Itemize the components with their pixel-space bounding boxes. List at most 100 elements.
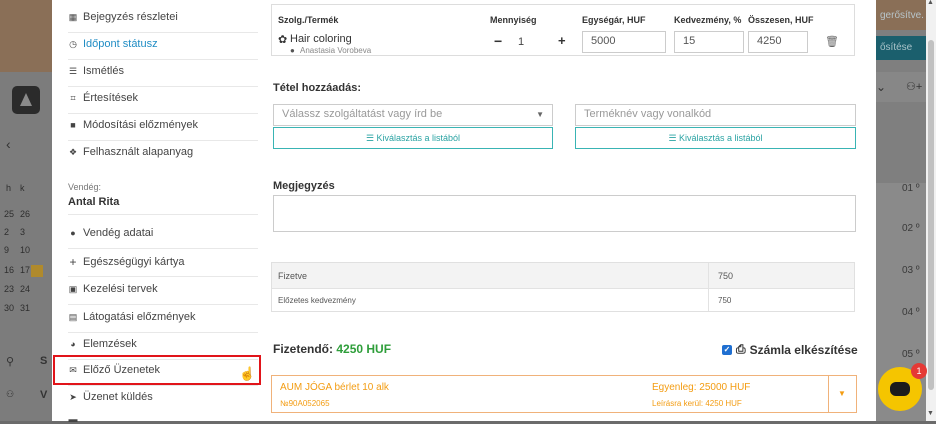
invoice-checkbox[interactable]: ✓ xyxy=(722,344,732,355)
scroll-up-icon[interactable]: ▲ xyxy=(927,0,934,6)
sidebar-item-label: Vendég adatai xyxy=(83,227,154,239)
appointment-sidebar: ▦ Bejegyzés részletei ◷ Időpont státusz ☰ I… xyxy=(52,0,267,424)
quantity-value[interactable]: 1 xyxy=(518,36,524,48)
service-select[interactable]: Válassz szolgáltatást vagy írd be ▼ xyxy=(273,104,553,126)
time-slot: 05 º xyxy=(902,349,920,360)
sidebar-item-appointment-status[interactable]: ◷ Időpont státusz xyxy=(68,38,254,50)
select-product-from-list-button[interactable]: ☰ Kiválasztás a listából xyxy=(575,127,856,149)
calendar-day[interactable]: 9 xyxy=(4,245,9,255)
calendar-icon: ▦ xyxy=(68,11,78,22)
pass-balance: Egyenleg: 25000 HUF xyxy=(652,382,751,393)
calendar-day[interactable]: 10 xyxy=(20,245,30,255)
trash-icon[interactable]: 🗑 xyxy=(825,35,839,48)
add-user-icon[interactable]: ⚇+ xyxy=(906,80,922,93)
payable-row: Fizetendő: 4250 HUF xyxy=(273,342,391,356)
sidebar-item-label: Bejegyzés részletei xyxy=(83,11,178,23)
file-icon: ■ xyxy=(70,120,76,130)
table-header: Kedvezmény, % xyxy=(674,15,742,25)
page-scrollbar[interactable]: ▲ ▼ xyxy=(926,0,936,421)
calendar-weekday: h xyxy=(6,183,12,193)
invoice-label: Számla elkészítése xyxy=(749,342,858,357)
paid-value: 750 xyxy=(718,271,734,281)
group-icon: ⚇ xyxy=(6,389,15,399)
caret-down-icon[interactable]: ▼ xyxy=(838,389,846,398)
sidebar-item-label: Üzenet küldés xyxy=(83,391,153,403)
payment-option-card[interactable]: AUM JÓGA bérlet 10 alk №90A052065 Egyenl… xyxy=(271,375,857,413)
calendar-day[interactable]: 25 xyxy=(4,209,14,219)
sidebar-item-analytics[interactable]: ◕ Elemzések xyxy=(68,338,254,350)
sidebar-item-entry-details[interactable]: ▦ Bejegyzés részletei xyxy=(68,11,254,23)
sidebar-item-label: Módosítási előzmények xyxy=(83,119,198,131)
scrollbar-thumb[interactable] xyxy=(928,40,934,390)
chat-bubble-icon xyxy=(890,382,910,396)
items-table: Szolg./Termék Mennyiség Egységár, HUF Ke… xyxy=(271,4,855,56)
add-item-title: Tétel hozzáadás: xyxy=(273,82,362,94)
sidebar-item-used-materials[interactable]: ❖ Felhasznált alapanyag xyxy=(68,146,254,158)
invoice-toggle[interactable]: ✓ ⎙ Számla elkészítése xyxy=(722,342,858,357)
chevron-left-icon[interactable]: ‹ xyxy=(6,136,11,152)
sidebar-item-visit-history[interactable]: ▤ Látogatási előzmények xyxy=(68,311,254,323)
checkout-panel: Szolg./Termék Mennyiség Egységár, HUF Ke… xyxy=(267,0,876,421)
sidebar-item-guest-data[interactable]: ● Vendég adatai xyxy=(68,227,254,239)
sidebar-item-notifications[interactable]: ⌗ Értesítések xyxy=(68,92,254,104)
sidebar-item-treatment-plans[interactable]: ▣ Kezelési tervek xyxy=(68,283,254,295)
caret-down-icon: ▼ xyxy=(536,110,544,119)
list-icon: ☰ xyxy=(68,65,78,76)
time-slot: 01 º xyxy=(902,183,920,194)
calendar-day[interactable]: 30 xyxy=(4,303,14,313)
calendar-day[interactable]: 23 xyxy=(4,284,14,294)
scroll-down-icon[interactable]: ▼ xyxy=(927,410,934,417)
send-icon: ➤ xyxy=(69,391,77,402)
time-slot: 02 º xyxy=(902,223,920,234)
chat-icon: ⌗ xyxy=(70,92,76,103)
highlight-box xyxy=(53,355,261,385)
sidebar-item-label: Ismétlés xyxy=(83,65,124,77)
sidebar-item-change-history[interactable]: ■ Módosítási előzmények xyxy=(68,119,254,131)
clock-icon: ◷ xyxy=(69,38,77,49)
table-header: Összesen, HUF xyxy=(748,15,814,25)
table-header: Szolg./Termék xyxy=(278,15,339,25)
calendar-day[interactable]: 31 xyxy=(20,303,30,313)
app-logo xyxy=(12,86,40,114)
guest-name: Antal Rita xyxy=(68,196,120,208)
calendar-day[interactable]: 24 xyxy=(20,284,30,294)
time-slot: 03 º xyxy=(902,265,920,276)
list-icon: ☰ xyxy=(365,133,377,143)
calendar-day[interactable]: 26 xyxy=(20,209,30,219)
plus-icon: + xyxy=(69,255,77,269)
select-service-from-list-button[interactable]: ☰ Kiválasztás a listából xyxy=(273,127,553,149)
gear-icon: ✿ xyxy=(278,34,288,46)
note-textarea[interactable] xyxy=(273,195,856,232)
calendar-day[interactable]: 17 xyxy=(20,265,30,275)
chat-notification-badge: 1 xyxy=(911,363,927,379)
sidebar-item-repeat[interactable]: ☰ Ismétlés xyxy=(68,65,254,77)
time-slot: 04 º xyxy=(902,307,920,318)
user-icon: ● xyxy=(70,228,76,238)
button-label: Kiválasztás a listából xyxy=(679,133,763,143)
sidebar-item-send-message[interactable]: ➤ Üzenet küldés xyxy=(68,391,254,403)
calendar-day[interactable]: 16 xyxy=(4,265,14,275)
table-header: Mennyiség xyxy=(490,15,537,25)
unit-price-input[interactable]: 5000 xyxy=(582,31,666,53)
dropdown-chevron-icon[interactable]: ⌄ xyxy=(876,80,886,94)
pass-name: AUM JÓGA bérlet 10 alk xyxy=(280,382,389,393)
service-name: Hair coloring xyxy=(290,33,352,45)
staff-icon: ● xyxy=(290,46,295,55)
product-search-input[interactable]: Terméknév vagy vonalkód xyxy=(575,104,856,126)
hand-cursor-icon: ☝ xyxy=(239,366,256,381)
note-title: Megjegyzés xyxy=(273,180,335,192)
sidebar-item-health-card[interactable]: + Egészségügyi kártya xyxy=(68,255,254,269)
background-label: V xyxy=(40,389,48,401)
pass-code: №90A052065 xyxy=(280,399,330,408)
staff-name: Anastasia Vorobeva xyxy=(300,46,372,55)
quantity-decrease-button[interactable]: − xyxy=(494,33,502,49)
calendar-today-highlight xyxy=(31,265,43,277)
calendar-day[interactable]: 2 xyxy=(4,227,9,237)
total-input[interactable]: 4250 xyxy=(748,31,808,53)
discount-input[interactable]: 15 xyxy=(674,31,744,53)
prior-discount-value: 750 xyxy=(718,296,732,305)
quantity-increase-button[interactable]: + xyxy=(558,33,566,48)
calendar-weekday: k xyxy=(20,183,25,193)
payable-label: Fizetendő: xyxy=(273,342,333,356)
calendar-day[interactable]: 3 xyxy=(20,227,25,237)
